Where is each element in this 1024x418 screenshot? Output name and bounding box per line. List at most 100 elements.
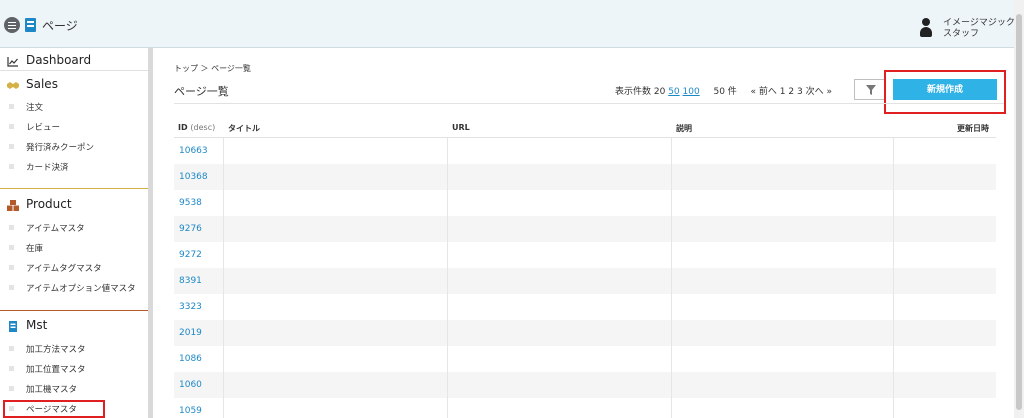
bullet-icon — [9, 104, 14, 109]
sidebar-item-label: 注文 — [26, 103, 44, 113]
column-header-id[interactable]: ID (desc) — [178, 123, 215, 132]
sidebar-section-dashboard[interactable]: Dashboard — [0, 50, 148, 72]
column-header-updated[interactable]: 更新日時 — [957, 123, 989, 134]
sidebar-item-label: カード決済 — [26, 163, 69, 173]
sidebar-section-label: Sales — [26, 77, 58, 91]
sidebar: Dashboard Sales 注文 レビュー 発行済みクーポン カード決済 P… — [0, 48, 148, 418]
page-size-label: 表示件数 20 — [615, 87, 666, 97]
boxes-icon — [7, 200, 19, 211]
sidebar-item-item-master[interactable]: アイテムマスタ — [0, 219, 148, 237]
bullet-icon — [9, 366, 14, 371]
sidebar-section-mst[interactable]: Mst — [0, 315, 148, 337]
sidebar-item-label: レビュー — [26, 123, 61, 133]
filter-button[interactable] — [854, 79, 886, 100]
bullet-icon — [9, 245, 14, 250]
page-numbers[interactable]: 1 2 3 — [780, 87, 803, 97]
sidebar-scrollbar[interactable] — [148, 48, 153, 418]
page-title: ページ一覧 — [174, 85, 229, 98]
sidebar-item-reviews[interactable]: レビュー — [0, 118, 148, 136]
row-id-link[interactable]: 9276 — [179, 224, 202, 234]
sidebar-divider — [0, 310, 148, 311]
column-header-title[interactable]: タイトル — [228, 123, 260, 134]
sidebar-section-label: Dashboard — [26, 53, 92, 67]
book-icon — [9, 321, 17, 332]
row-id-link[interactable]: 1060 — [179, 380, 202, 390]
bullet-icon — [9, 265, 14, 270]
sidebar-item-label: 加工位置マスタ — [26, 365, 86, 375]
page-size-50-link[interactable]: 50 — [668, 87, 679, 97]
highlight-box-create-button — [884, 70, 1006, 114]
sidebar-item-card-payments[interactable]: カード決済 — [0, 158, 148, 176]
top-header: ページ イメージマジック スタッフ — [0, 0, 1024, 48]
sidebar-item-processing-position-master[interactable]: 加工位置マスタ — [0, 360, 148, 378]
sidebar-item-processing-machine-master[interactable]: 加工機マスタ — [0, 380, 148, 398]
breadcrumb: トップ ＞ ページ一覧 — [174, 64, 251, 73]
page-scrollbar[interactable] — [1014, 0, 1024, 418]
bullet-icon — [9, 346, 14, 351]
sidebar-item-issued-coupons[interactable]: 発行済みクーポン — [0, 138, 148, 156]
bullet-icon — [9, 225, 14, 230]
table-row[interactable]: 1059 — [174, 398, 996, 418]
sidebar-divider — [0, 188, 148, 189]
row-id-link[interactable]: 9538 — [179, 198, 202, 208]
sidebar-item-label: 加工方法マスタ — [26, 345, 86, 355]
page-scrollbar-thumb[interactable] — [1016, 14, 1022, 410]
row-id-link[interactable]: 10663 — [179, 146, 208, 156]
row-id-link[interactable]: 9272 — [179, 250, 202, 260]
column-header-id-label: ID — [178, 123, 188, 132]
row-id-link[interactable]: 1059 — [179, 406, 202, 416]
row-id-link[interactable]: 1086 — [179, 354, 202, 364]
user-name-line2: スタッフ — [943, 29, 980, 39]
total-count: 50 件 — [713, 87, 737, 97]
page-size-100-link[interactable]: 100 — [683, 87, 700, 97]
sidebar-divider — [0, 70, 148, 71]
sidebar-section-label: Product — [26, 197, 72, 211]
table-row[interactable]: 3323 — [174, 294, 996, 320]
sidebar-item-processing-method-master[interactable]: 加工方法マスタ — [0, 340, 148, 358]
table-row[interactable]: 9276 — [174, 216, 996, 242]
sidebar-item-label: アイテムマスタ — [26, 224, 85, 234]
bullet-icon — [9, 124, 14, 129]
chart-line-icon — [7, 57, 18, 67]
row-id-link[interactable]: 8391 — [179, 276, 202, 286]
bullet-icon — [9, 144, 14, 149]
table-row[interactable]: 9272 — [174, 242, 996, 268]
table-row[interactable]: 2019 — [174, 320, 996, 346]
content-divider — [174, 103, 1004, 104]
sidebar-section-product[interactable]: Product — [0, 194, 148, 216]
hamburger-menu-icon[interactable] — [4, 17, 20, 33]
row-id-link[interactable]: 10368 — [179, 172, 208, 182]
column-header-url[interactable]: URL — [452, 123, 470, 132]
user-avatar-icon[interactable] — [920, 18, 932, 38]
bullet-icon — [9, 164, 14, 169]
table-row[interactable]: 1086 — [174, 346, 996, 372]
sidebar-item-item-tag-master[interactable]: アイテムタグマスタ — [0, 259, 148, 277]
row-id-link[interactable]: 3323 — [179, 302, 202, 312]
column-header-description[interactable]: 説明 — [676, 123, 692, 134]
prev-page-link[interactable]: « 前へ — [751, 87, 777, 97]
bullet-icon — [9, 386, 14, 391]
table-row[interactable]: 10663 — [174, 138, 996, 164]
sidebar-item-item-option-master[interactable]: アイテムオプション値マスタ — [0, 279, 148, 297]
bullet-icon — [9, 285, 14, 290]
header-title: ページ — [42, 19, 78, 33]
sidebar-item-label: 発行済みクーポン — [26, 143, 95, 153]
pagination: 表示件数 20 50 100 50 件 « 前へ 1 2 3 次へ » — [615, 84, 832, 97]
table-row[interactable]: 9538 — [174, 190, 996, 216]
table-row[interactable]: 10368 — [174, 164, 996, 190]
sidebar-item-stock[interactable]: 在庫 — [0, 239, 148, 257]
filter-icon — [866, 85, 876, 95]
sidebar-item-orders[interactable]: 注文 — [0, 98, 148, 116]
table-row[interactable]: 8391 — [174, 268, 996, 294]
sidebar-section-sales[interactable]: Sales — [0, 74, 148, 96]
table-row[interactable]: 1060 — [174, 372, 996, 398]
next-page-link[interactable]: 次へ » — [806, 87, 832, 97]
sidebar-item-label: 加工機マスタ — [26, 385, 78, 395]
sidebar-section-label: Mst — [26, 318, 48, 332]
sidebar-item-label: 在庫 — [26, 244, 44, 254]
page-icon — [25, 18, 36, 32]
row-id-link[interactable]: 2019 — [179, 328, 202, 338]
sidebar-item-label: アイテムオプション値マスタ — [26, 284, 136, 294]
handshake-icon — [7, 82, 19, 89]
user-name[interactable]: イメージマジック スタッフ — [943, 18, 1015, 40]
